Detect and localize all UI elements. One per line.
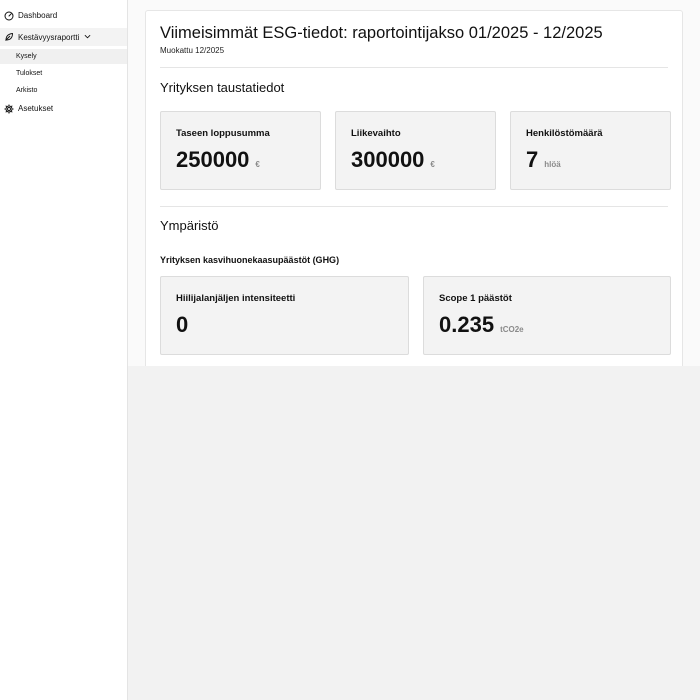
card-label: Liikevaihto [351,128,401,139]
divider [160,67,668,68]
sidebar-item-dashboard[interactable]: Dashboard [0,7,127,24]
card-label: Taseen loppusumma [176,128,270,139]
card-unit: € [430,160,435,169]
card-label: Henkilöstömäärä [526,128,603,139]
sidebar-item-kestavyysraportti[interactable]: Kestävyysraportti [0,28,127,46]
gear-icon [4,103,14,114]
card-carbon-intensity: Hiilijalanjäljen intensiteetti 0 [160,276,409,355]
divider [160,206,668,207]
card-value: 0 [176,312,189,337]
section-title-environment: Ympäristö [160,218,219,233]
page-subtitle: Muokattu 12/2025 [160,46,225,55]
section-title-background: Yrityksen taustatiedot [160,80,285,95]
sidebar-subitem-tulokset[interactable]: Tulokset [0,66,127,81]
sidebar-subitem-label: Tulokset [16,70,43,77]
sidebar-subitem-label: Arkisto [16,87,38,94]
card-revenue: Liikevaihto 300000 € [335,111,496,190]
card-scope1-emissions: Scope 1 päästöt 0.235 tCO2e [423,276,671,355]
sidebar: Dashboard Kestävyysraportti Kysely Tulok… [0,0,128,700]
ghg-group-title: Yrityksen kasvihuonekaasupäästöt (GHG) [160,255,340,265]
leaf-report-icon [4,32,14,42]
dashboard-gauge-icon [4,11,14,21]
chevron-down-icon[interactable] [84,33,92,41]
card-headcount: Henkilöstömäärä 7 hlöä [510,111,671,190]
esg-panel: Viimeisimmät ESG-tiedot: raportointijaks… [145,10,683,366]
page-title: Viimeisimmät ESG-tiedot: raportointijaks… [160,24,603,42]
card-value: 0.235 [439,312,495,337]
card-label: Hiilijalanjäljen intensiteetti [176,293,296,304]
card-unit: € [255,160,260,169]
sidebar-subitem-arkisto[interactable]: Arkisto [0,83,127,98]
card-unit: hlöä [544,160,561,169]
card-unit: tCO2e [500,325,524,334]
sidebar-item-label: Asetukset [18,104,54,113]
card-label: Scope 1 päästöt [439,293,512,304]
sidebar-item-label: Kestävyysraportti [18,32,80,42]
sidebar-item-asetukset[interactable]: Asetukset [0,100,127,117]
app-window: Dashboard Kestävyysraportti Kysely Tulok… [0,0,700,700]
sidebar-subitem-label: Kysely [16,53,37,60]
main-content: Viimeisimmät ESG-tiedot: raportointijaks… [128,0,700,700]
card-value: 300000 [351,147,425,172]
card-total-assets: Taseen loppusumma 250000 € [160,111,321,190]
card-value: 7 [526,147,539,172]
sidebar-item-label: Dashboard [18,11,58,20]
sidebar-subitem-kysely[interactable]: Kysely [0,49,127,64]
card-value: 250000 [176,147,250,172]
